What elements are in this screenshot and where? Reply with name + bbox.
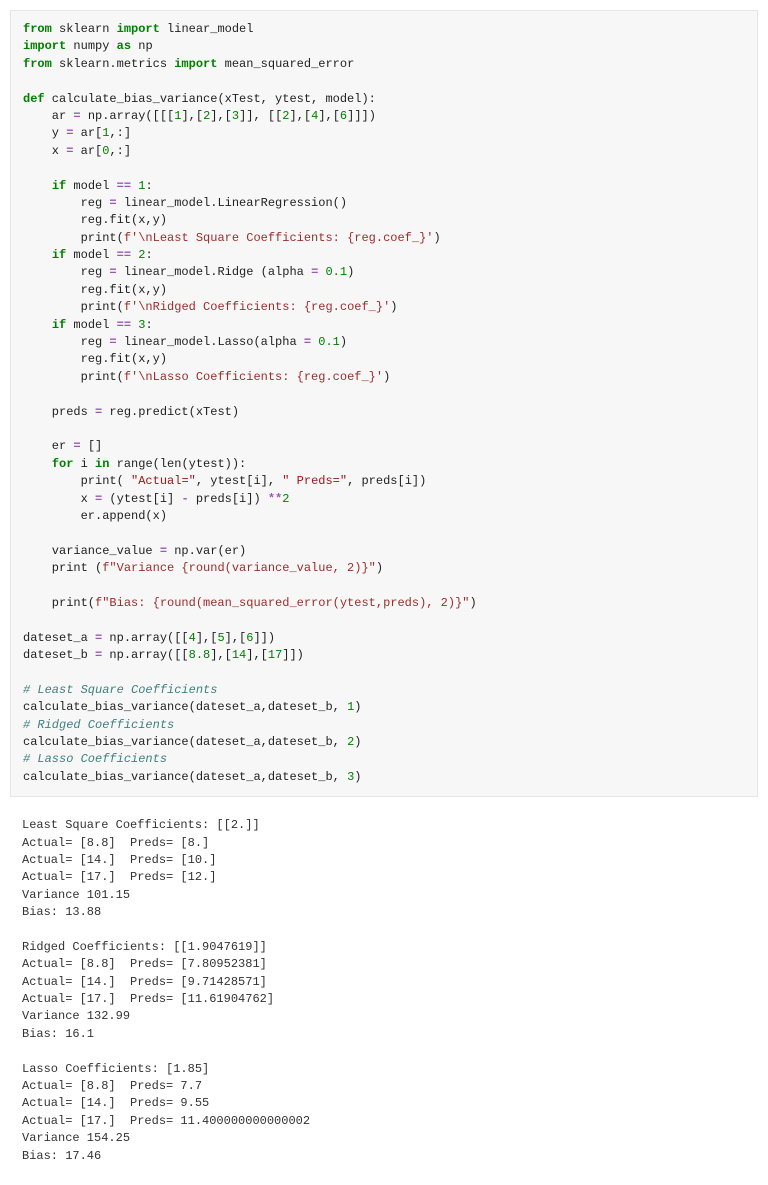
output-line: Least Square Coefficients: [[2.]] — [22, 818, 260, 832]
output-line: Actual= [8.8] Preds= 7.7 — [22, 1079, 202, 1093]
output-line: Bias: 17.46 — [22, 1149, 101, 1163]
comment: # Lasso Coefficients — [23, 752, 167, 766]
output-line: Actual= [14.] Preds= 9.55 — [22, 1096, 209, 1110]
output-line: Actual= [17.] Preds= 11.400000000000002 — [22, 1114, 310, 1128]
output-line: Ridged Coefficients: [[1.9047619]] — [22, 940, 267, 954]
output-block: Least Square Coefficients: [[2.]] Actual… — [10, 807, 758, 1175]
comment: # Ridged Coefficients — [23, 718, 174, 732]
output-line: Variance 132.99 — [22, 1009, 130, 1023]
comment: # Least Square Coefficients — [23, 683, 217, 697]
output-line: Actual= [8.8] Preds= [8.] — [22, 836, 209, 850]
output-line: Lasso Coefficients: [1.85] — [22, 1062, 209, 1076]
output-line: Actual= [17.] Preds= [12.] — [22, 870, 216, 884]
keyword-from: from — [23, 22, 52, 36]
output-line: Actual= [17.] Preds= [11.61904762] — [22, 992, 274, 1006]
code-block: from sklearn import linear_model import … — [10, 10, 758, 797]
output-line: Actual= [8.8] Preds= [7.80952381] — [22, 957, 267, 971]
output-line: Variance 101.15 — [22, 888, 130, 902]
output-line: Bias: 13.88 — [22, 905, 101, 919]
output-line: Bias: 16.1 — [22, 1027, 94, 1041]
output-line: Actual= [14.] Preds= [10.] — [22, 853, 216, 867]
output-line: Variance 154.25 — [22, 1131, 130, 1145]
